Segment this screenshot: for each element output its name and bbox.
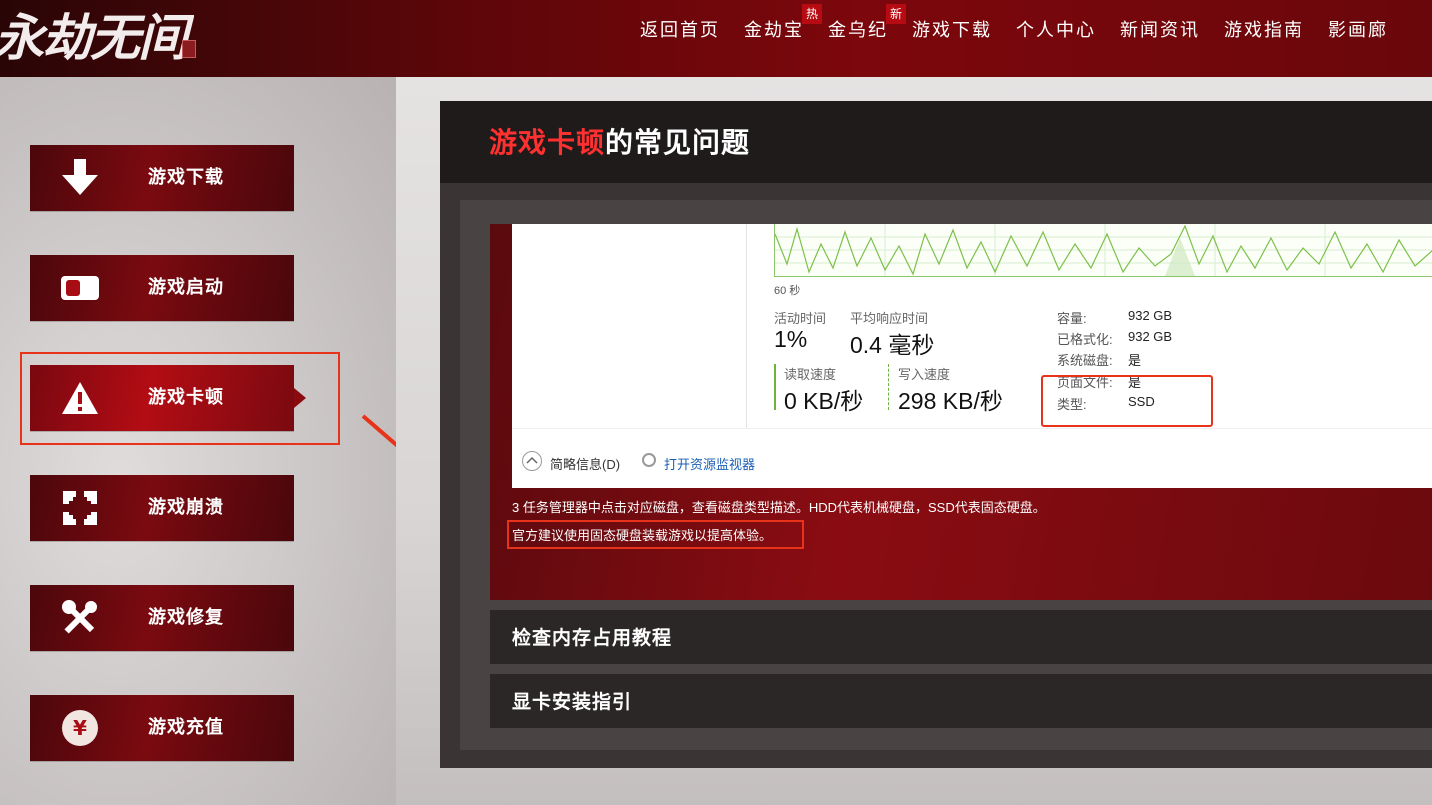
launch-icon	[60, 269, 100, 307]
prop-value: 932 GB	[1128, 329, 1173, 344]
read-speed-bar	[774, 364, 776, 410]
nav-item-guide[interactable]: 游戏指南	[1212, 0, 1316, 62]
svg-text:¥: ¥	[73, 716, 87, 740]
main-nav: 返回首页 金劫宝热 金乌纪新 游戏下载 个人中心 新闻资讯 游戏指南 影画廊	[628, 0, 1400, 77]
task-manager-screenshot: 60 秒 活动时间 1% 平均响应时间 0.4 毫秒 读取速度 0 KB/秒 写…	[512, 224, 1432, 488]
summary-toggle[interactable]: 简略信息(D)	[550, 454, 620, 473]
resource-monitor-link[interactable]: 打开资源监视器	[664, 454, 755, 473]
nav-item-home[interactable]: 返回首页	[628, 0, 732, 62]
prop-value: 932 GB	[1128, 308, 1173, 323]
accordion-memory-tutorial[interactable]: 检查内存占用教程	[490, 610, 1432, 664]
prop-label: 已格式化:	[1057, 332, 1113, 347]
write-speed-label: 写入速度	[898, 367, 951, 382]
description-text: 3 任务管理器中点击对应磁盘，查看磁盘类型描述。HDD代表机械硬盘，SSD代表固…	[512, 500, 1046, 515]
crash-icon	[60, 489, 100, 527]
yen-icon: ¥	[60, 709, 100, 747]
sidebar-item-recharge[interactable]: ¥ 游戏充值	[30, 695, 294, 761]
resource-monitor-icon	[642, 453, 656, 467]
active-time-value: 1%	[774, 326, 808, 352]
nav-item-jinwuji[interactable]: 金乌纪新	[816, 0, 906, 62]
read-speed-value: 0 KB/秒	[784, 388, 864, 414]
read-speed-label: 读取速度	[784, 367, 837, 382]
nav-item-news[interactable]: 新闻资讯	[1108, 0, 1212, 62]
prop-value: 是	[1128, 353, 1142, 368]
nav-item-personal[interactable]: 个人中心	[1004, 0, 1108, 62]
chevron-up-icon[interactable]	[522, 451, 542, 471]
prop-label: 容量:	[1057, 311, 1087, 326]
prop-label: 系统磁盘:	[1057, 353, 1113, 368]
accordion-label: 检查内存占用教程	[512, 627, 673, 649]
response-time-label: 平均响应时间	[850, 311, 929, 326]
nav-item-download[interactable]: 游戏下载	[900, 0, 1004, 62]
sidebar-item-crash[interactable]: 游戏崩溃	[30, 475, 294, 541]
write-speed-value: 298 KB/秒	[898, 388, 1003, 414]
logo-seal-icon	[182, 40, 196, 58]
sidebar-item-label: 游戏崩溃	[148, 497, 224, 518]
sidebar-item-label: 游戏下载	[148, 167, 224, 188]
sidebar-item-download[interactable]: 游戏下载	[30, 145, 294, 211]
nav-item-jinjiebao[interactable]: 金劫宝热	[732, 0, 822, 62]
sidebar-item-launch[interactable]: 游戏启动	[30, 255, 294, 321]
highlight-box	[20, 352, 340, 445]
page-title: 游戏卡顿的常见问题	[489, 126, 751, 159]
sidebar-item-label: 游戏启动	[148, 277, 224, 298]
highlight-box	[507, 520, 804, 549]
write-speed-bar	[888, 364, 891, 410]
top-navbar: 永劫无间 返回首页 金劫宝热 金乌纪新 游戏下载 个人中心 新闻资讯 游戏指南 …	[0, 0, 1432, 77]
disk-activity-graph	[774, 224, 1432, 277]
sidebar-item-label: 游戏充值	[148, 717, 224, 738]
repair-icon	[60, 599, 100, 637]
sidebar-item-repair[interactable]: 游戏修复	[30, 585, 294, 651]
response-time-value: 0.4 毫秒	[850, 332, 935, 358]
accordion-gpu-guide[interactable]: 显卡安装指引	[490, 674, 1432, 728]
active-time-label: 活动时间	[774, 311, 827, 326]
highlight-box	[1041, 375, 1213, 427]
accordion-label: 显卡安装指引	[512, 691, 633, 713]
nav-item-gallery[interactable]: 影画廊	[1316, 0, 1400, 62]
graph-time-label: 60 秒	[774, 285, 801, 297]
faq-header: 游戏卡顿的常见问题	[440, 101, 1432, 183]
logo[interactable]: 永劫无间	[0, 6, 194, 70]
download-icon	[60, 159, 100, 197]
sidebar-item-label: 游戏修复	[148, 607, 224, 628]
